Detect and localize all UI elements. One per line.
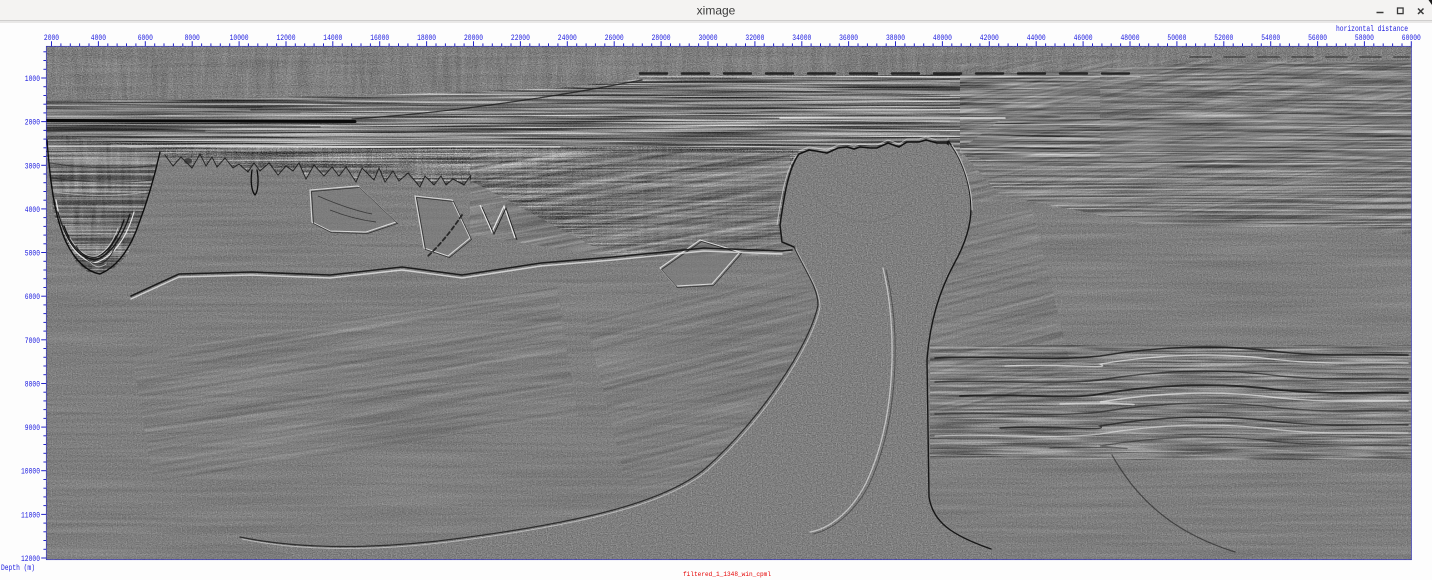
svg-text:52000: 52000 xyxy=(1214,34,1233,43)
svg-text:30000: 30000 xyxy=(699,34,718,43)
svg-text:56000: 56000 xyxy=(1308,34,1327,43)
svg-text:8000: 8000 xyxy=(25,381,40,390)
svg-text:36000: 36000 xyxy=(839,34,858,43)
svg-text:14000: 14000 xyxy=(323,34,342,43)
svg-text:3000: 3000 xyxy=(25,162,40,171)
svg-text:6000: 6000 xyxy=(138,34,153,43)
svg-text:32000: 32000 xyxy=(745,34,764,43)
svg-text:ximage: ximage xyxy=(697,4,736,18)
svg-text:18000: 18000 xyxy=(417,34,436,43)
svg-text:24000: 24000 xyxy=(558,34,577,43)
svg-text:26000: 26000 xyxy=(605,34,624,43)
svg-text:40000: 40000 xyxy=(933,34,952,43)
svg-text:44000: 44000 xyxy=(1027,34,1046,43)
svg-text:34000: 34000 xyxy=(792,34,811,43)
svg-text:46000: 46000 xyxy=(1074,34,1093,43)
svg-text:16000: 16000 xyxy=(370,34,389,43)
svg-text:6000: 6000 xyxy=(25,293,40,302)
svg-text:42000: 42000 xyxy=(980,34,999,43)
svg-text:28000: 28000 xyxy=(652,34,671,43)
svg-text:60000: 60000 xyxy=(1402,34,1421,43)
svg-text:48000: 48000 xyxy=(1121,34,1140,43)
svg-text:10000: 10000 xyxy=(230,34,249,43)
svg-text:5000: 5000 xyxy=(25,250,40,259)
svg-text:9000: 9000 xyxy=(25,424,40,433)
svg-text:38000: 38000 xyxy=(886,34,905,43)
svg-text:11000: 11000 xyxy=(21,511,40,520)
svg-text:8000: 8000 xyxy=(185,34,200,43)
svg-text:22000: 22000 xyxy=(511,34,530,43)
svg-text:2000: 2000 xyxy=(44,34,59,43)
svg-text:50000: 50000 xyxy=(1167,34,1186,43)
svg-text:filtered_1_1348_win_cpml: filtered_1_1348_win_cpml xyxy=(683,571,771,578)
svg-text:12000: 12000 xyxy=(21,555,40,564)
svg-text:54000: 54000 xyxy=(1261,34,1280,43)
svg-text:Depth (m): Depth (m) xyxy=(1,563,35,573)
svg-text:58000: 58000 xyxy=(1355,34,1374,43)
svg-text:20000: 20000 xyxy=(464,34,483,43)
svg-text:10000: 10000 xyxy=(21,468,40,477)
svg-text:horizontal distance: horizontal distance xyxy=(1336,24,1408,34)
svg-text:12000: 12000 xyxy=(277,34,296,43)
svg-text:4000: 4000 xyxy=(91,34,106,43)
svg-text:4000: 4000 xyxy=(25,206,40,215)
svg-text:2000: 2000 xyxy=(25,119,40,128)
svg-text:1000: 1000 xyxy=(25,75,40,84)
svg-text:7000: 7000 xyxy=(25,337,40,346)
